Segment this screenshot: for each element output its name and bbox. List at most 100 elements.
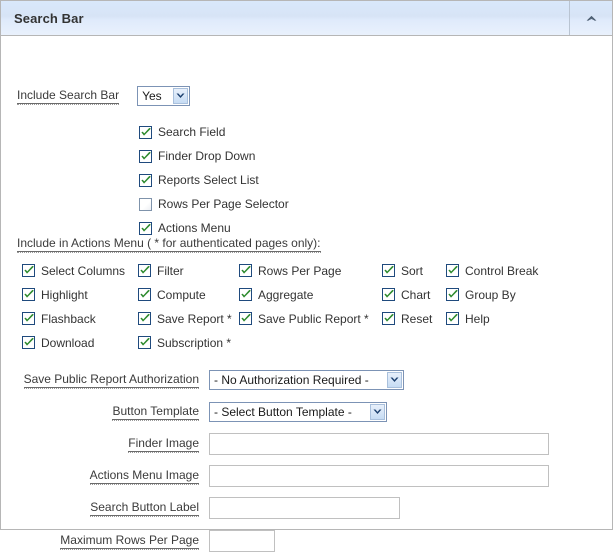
checkbox-reports-select-list[interactable]: Reports Select List [139,168,289,192]
collapse-region-button[interactable] [569,1,612,35]
checkbox-group-by[interactable]: Group By [446,288,516,302]
actions-menu-cell: Save Public Report * [239,312,382,329]
actions-menu-heading-label: Include in Actions Menu ( * for authenti… [17,236,321,253]
actions-menu-checkbox-grid: Select Columns Filter Rows Per Page Sort Con… [22,260,602,356]
chevron-down-icon [173,88,189,104]
checkbox-save-public-report[interactable]: Save Public Report * [239,312,369,326]
checkbox-search-field[interactable]: Search Field [139,120,289,144]
checkbox-rows-per-page-selector[interactable]: Rows Per Page Selector [139,192,289,216]
checkbox-label: Search Field [158,125,226,139]
actions-menu-cell: Select Columns [22,264,138,281]
checkbox-sort[interactable]: Sort [382,264,423,278]
checkbox-download[interactable]: Download [22,336,94,350]
actions-menu-cell: Filter [138,264,239,281]
include-search-bar-select[interactable]: Yes [137,86,191,106]
checkbox-checked-icon[interactable] [138,336,151,350]
actions-menu-cell: Aggregate [239,288,382,305]
checkbox-checked-icon[interactable] [22,312,35,326]
checkbox-label: Rows Per Page Selector [158,197,289,211]
actions-menu-heading: Include in Actions Menu ( * for authenti… [17,236,321,253]
checkbox-checked-icon[interactable] [382,264,395,278]
checkbox-checked-icon[interactable] [446,288,459,302]
checkbox-label: Group By [465,287,516,302]
search-button-label-label: Search Button Label [90,500,199,517]
checkbox-reset[interactable]: Reset [382,312,432,326]
checkbox-control-break[interactable]: Control Break [446,264,538,278]
checkbox-checked-icon[interactable] [22,288,35,302]
include-search-bar-value: Yes [142,89,162,103]
checkbox-filter[interactable]: Filter [138,264,184,278]
checkbox-chart[interactable]: Chart [382,288,430,302]
button-template-value: - Select Button Template - [214,405,352,419]
button-template-label: Button Template [112,404,199,421]
actions-menu-cell: Save Report * [138,312,239,329]
actions-menu-image-label: Actions Menu Image [89,468,199,485]
checkbox-unchecked-icon[interactable] [139,197,152,211]
checkbox-rows-per-page[interactable]: Rows Per Page [239,264,341,278]
actions-menu-row: Flashback Save Report * Save Public Report… [22,308,602,332]
save-public-report-authorization-select[interactable]: - No Authorization Required - [209,370,404,390]
checkbox-highlight[interactable]: Highlight [22,288,88,302]
button-template-select[interactable]: - Select Button Template - [209,402,387,422]
checkbox-label: Help [465,311,490,326]
checkbox-checked-icon[interactable] [22,336,35,350]
actions-menu-cell: Chart [382,288,446,305]
checkbox-checked-icon[interactable] [138,288,151,302]
checkbox-select-columns[interactable]: Select Columns [22,264,125,278]
actions-menu-cell: Subscription * [138,336,239,353]
checkbox-checked-icon[interactable] [139,125,152,139]
checkbox-label: Flashback [41,311,96,326]
actions-menu-cell: Rows Per Page [239,264,382,281]
checkbox-label: Select Columns [41,263,126,278]
actions-menu-cell: Group By [446,288,556,305]
checkbox-aggregate[interactable]: Aggregate [239,288,313,302]
checkbox-label: Download [41,335,95,350]
actions-menu-cell: Flashback [22,312,138,329]
checkbox-checked-icon[interactable] [382,312,395,326]
checkbox-checked-icon[interactable] [239,288,252,302]
field-button-template: Button Template - Select Button Template… [1,402,387,422]
field-include-search-bar: Include Search Bar Yes [17,86,191,106]
checkbox-checked-icon[interactable] [139,173,152,187]
checkbox-checked-icon[interactable] [382,288,395,302]
actions-menu-row: Highlight Compute Aggregate Chart Group By [22,284,602,308]
finder-image-label: Finder Image [128,436,199,453]
checkbox-checked-icon[interactable] [446,264,459,278]
save-public-report-authorization-value: - No Authorization Required - [214,373,369,387]
checkbox-checked-icon[interactable] [446,312,459,326]
checkbox-label: Compute [157,287,206,302]
checkbox-subscription[interactable]: Subscription * [138,336,231,350]
checkbox-checked-icon[interactable] [239,264,252,278]
checkbox-label: Filter [157,263,184,278]
checkbox-checked-icon[interactable] [139,221,152,235]
checkbox-label: Reports Select List [158,173,259,187]
checkbox-label: Reset [401,311,433,326]
checkbox-label: Highlight [41,287,88,302]
actions-menu-cell: Highlight [22,288,138,305]
checkbox-checked-icon[interactable] [239,312,252,326]
checkbox-save-report[interactable]: Save Report * [138,312,232,326]
checkbox-checked-icon[interactable] [138,312,151,326]
actions-menu-row: Select Columns Filter Rows Per Page Sort Con… [22,260,602,284]
checkbox-compute[interactable]: Compute [138,288,206,302]
checkbox-checked-icon[interactable] [139,149,152,163]
checkbox-finder-drop-down[interactable]: Finder Drop Down [139,144,289,168]
search-button-label-input[interactable] [209,497,400,519]
finder-image-input[interactable] [209,433,549,455]
checkbox-checked-icon[interactable] [138,264,151,278]
checkbox-flashback[interactable]: Flashback [22,312,96,326]
maximum-rows-per-page-input[interactable] [209,530,275,552]
checkbox-checked-icon[interactable] [22,264,35,278]
field-finder-image: Finder Image [1,433,549,455]
field-save-public-report-authorization: Save Public Report Authorization - No Au… [1,370,411,390]
save-public-report-authorization-label: Save Public Report Authorization [23,372,199,389]
checkbox-help[interactable]: Help [446,312,490,326]
actions-menu-cell: Help [446,312,556,329]
checkbox-label: Finder Drop Down [158,149,256,163]
actions-menu-cell: Reset [382,312,446,329]
checkbox-label: Control Break [465,263,539,278]
actions-menu-image-input[interactable] [209,465,549,487]
checkbox-label: Aggregate [258,287,314,302]
page-title: Search Bar [14,10,84,26]
checkbox-label: Subscription * [157,335,232,350]
